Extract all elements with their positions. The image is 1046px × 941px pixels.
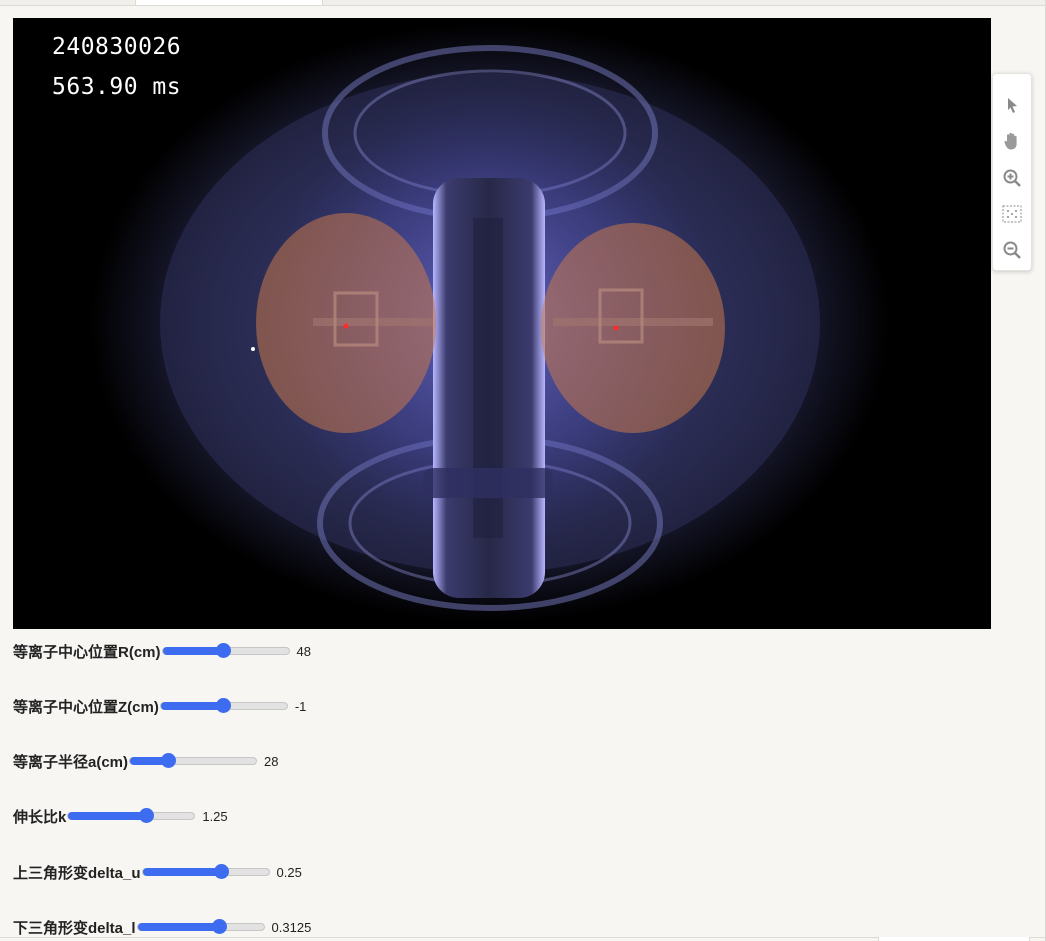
pan-hand-icon[interactable] — [1001, 130, 1023, 152]
plot-toolbar — [992, 73, 1032, 271]
control-value: 0.25 — [276, 864, 302, 880]
slider-fill — [160, 702, 223, 710]
control-label: 等离子中心位置R(cm) — [13, 643, 161, 661]
slider-thumb[interactable] — [213, 864, 229, 879]
zoom-in-icon[interactable] — [1001, 167, 1023, 189]
slider-thumb[interactable] — [139, 808, 155, 823]
slider-radius-a[interactable] — [129, 753, 258, 768]
slider-fill — [142, 868, 221, 876]
control-center-z: 等离子中心位置Z(cm) -1 — [13, 694, 306, 718]
control-label: 上三角形变delta_u — [13, 864, 141, 882]
slider-center-r[interactable] — [161, 643, 290, 658]
control-label: 下三角形变delta_l — [13, 919, 136, 937]
bottom-tab-edge[interactable] — [878, 937, 1030, 941]
slider-fill — [162, 647, 223, 655]
control-value: -1 — [294, 698, 307, 714]
slider-delta-u[interactable] — [141, 864, 270, 879]
control-center-r: 等离子中心位置R(cm) 48 — [13, 639, 311, 663]
zoom-out-icon[interactable] — [1001, 239, 1023, 261]
control-radius-a: 等离子半径a(cm) 28 — [13, 749, 278, 773]
active-tab-edge[interactable] — [135, 0, 323, 5]
shot-number: 240830026 — [52, 34, 182, 60]
zoom-to-fit-icon[interactable] — [1001, 203, 1023, 225]
slider-center-z[interactable] — [159, 698, 288, 713]
slider-thumb[interactable] — [215, 643, 231, 658]
control-label: 等离子半径a(cm) — [13, 753, 129, 771]
slider-fill — [68, 812, 147, 820]
control-value: 1.25 — [202, 808, 228, 824]
slider-delta-l[interactable] — [136, 919, 265, 934]
camera-viewer[interactable]: 240830026 563.90 ms — [13, 18, 991, 629]
control-label: 等离子中心位置Z(cm) — [13, 698, 159, 716]
control-delta-l: 下三角形变delta_l 0.3125 — [13, 915, 311, 939]
control-delta-u: 上三角形变delta_u 0.25 — [13, 860, 302, 884]
control-elongation-k: 伸长比k 1.25 — [13, 804, 228, 828]
control-value: 28 — [264, 753, 279, 769]
slider-fill — [137, 923, 220, 931]
slider-thumb[interactable] — [215, 698, 231, 713]
pointer-icon[interactable] — [1001, 94, 1023, 116]
time-label: 563.90 ms — [52, 74, 182, 100]
control-label: 伸长比k — [13, 808, 67, 826]
camera-frame-image — [13, 18, 991, 629]
control-value: 0.3125 — [271, 919, 312, 935]
slider-thumb[interactable] — [212, 919, 228, 934]
slider-thumb[interactable] — [160, 753, 176, 768]
slider-elongation-k[interactable] — [67, 808, 196, 823]
control-value: 48 — [296, 643, 311, 659]
